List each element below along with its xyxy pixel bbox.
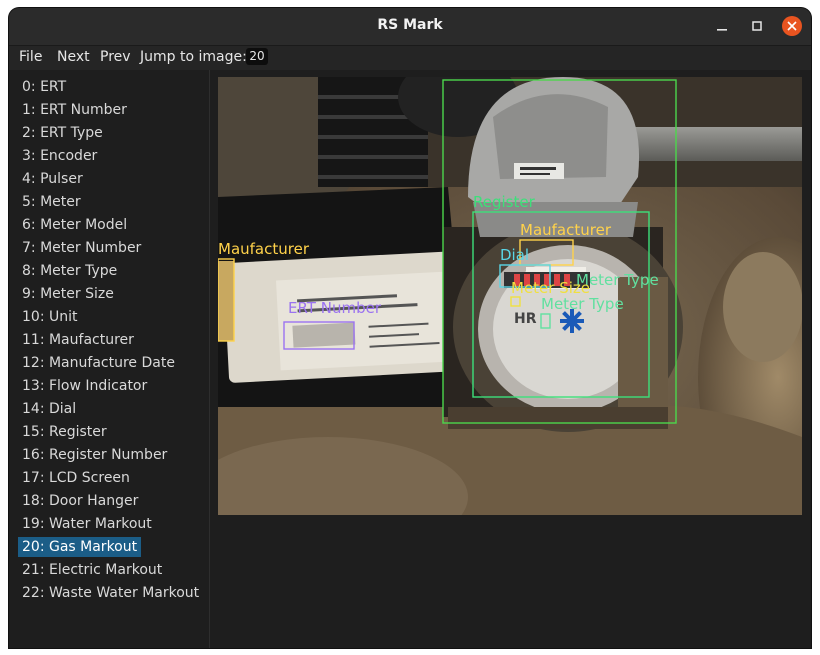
label-list-item[interactable]: 5: Meter	[18, 192, 85, 212]
annotation-label-ert-number: ERT Number	[288, 299, 381, 317]
minimize-icon	[717, 29, 727, 31]
annotation-label-maufacturer-left: Maufacturer	[218, 240, 309, 258]
label-list-item[interactable]: 14: Dial	[18, 399, 80, 419]
label-list-item[interactable]: 3: Encoder	[18, 146, 101, 166]
meter-photo: HR	[218, 77, 802, 515]
label-list-item[interactable]: 13: Flow Indicator	[18, 376, 151, 396]
app-window: RS Mark File Next Prev Jump to image: 20…	[9, 8, 811, 648]
label-list-item[interactable]: 16: Register Number	[18, 445, 171, 465]
label-list-item[interactable]: 18: Door Hanger	[18, 491, 142, 511]
jump-to-image-input[interactable]: 20	[246, 48, 268, 65]
label-list-item[interactable]: 6: Meter Model	[18, 215, 131, 235]
label-list: 0: ERT 1: ERT Number 2: ERT Type 3: Encoder…	[9, 70, 210, 648]
svg-text:HR: HR	[514, 311, 537, 327]
label-list-item[interactable]: 10: Unit	[18, 307, 81, 327]
window-title: RS Mark	[377, 17, 443, 33]
menu-bar: File Next Prev Jump to image: 20	[9, 46, 811, 70]
jump-to-image-label: Jump to image:	[140, 49, 247, 65]
label-list-item[interactable]: 15: Register	[18, 422, 111, 442]
annotation-label-dial: Dial	[500, 246, 530, 264]
annotation-label-maufacturer-right: Maufacturer	[520, 221, 611, 239]
menu-file[interactable]: File	[19, 49, 42, 65]
label-list-item[interactable]: 2: ERT Type	[18, 123, 107, 143]
menu-next[interactable]: Next	[57, 49, 90, 65]
label-list-item[interactable]: 11: Maufacturer	[18, 330, 138, 350]
label-list-item[interactable]: 1: ERT Number	[18, 100, 131, 120]
label-list-item[interactable]: 9: Meter Size	[18, 284, 118, 304]
label-list-item[interactable]: 17: LCD Screen	[18, 468, 134, 488]
label-list-item[interactable]: 19: Water Markout	[18, 514, 156, 534]
label-list-item[interactable]: 0: ERT	[18, 77, 70, 97]
label-list-item[interactable]: 21: Electric Markout	[18, 560, 166, 580]
close-icon	[787, 21, 797, 31]
maximize-button[interactable]	[747, 16, 767, 36]
label-list-item[interactable]: 4: Pulser	[18, 169, 87, 189]
annotation-label-register: Register	[473, 193, 535, 211]
annotation-label-meter-type-2: Meter Type	[541, 295, 624, 313]
label-list-item[interactable]: 7: Meter Number	[18, 238, 145, 258]
maximize-icon	[752, 21, 762, 31]
close-button[interactable]	[782, 16, 802, 36]
label-list-item[interactable]: 8: Meter Type	[18, 261, 121, 281]
title-bar[interactable]: RS Mark	[9, 8, 811, 46]
image-canvas-area: HR Register Maufacturer Maufacturer Dial…	[210, 70, 811, 648]
label-list-item[interactable]: 20: Gas Markout	[18, 537, 142, 557]
annotated-image[interactable]: HR Register Maufacturer Maufacturer Dial…	[218, 77, 802, 515]
label-list-item[interactable]: 22: Waste Water Markout	[18, 583, 203, 603]
minimize-button[interactable]	[712, 16, 732, 36]
menu-prev[interactable]: Prev	[100, 49, 131, 65]
label-list-item[interactable]: 12: Manufacture Date	[18, 353, 179, 373]
